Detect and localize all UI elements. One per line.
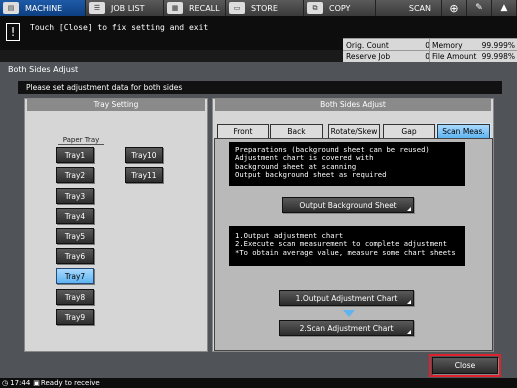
tray-button-tray9[interactable]: Tray9 (56, 309, 94, 325)
scroll-up-button[interactable]: ▲ (492, 0, 517, 16)
recall-icon: ▦ (167, 2, 183, 14)
tab-back[interactable]: Back (270, 124, 323, 138)
preparation-notice: Preparations (background sheet can be re… (229, 142, 465, 186)
tray-button-tray5[interactable]: Tray5 (56, 228, 94, 244)
message-text: Touch [Close] to fix setting and exit (30, 23, 209, 32)
status-bar: ◷ 17:44 ▣ Ready to receive (0, 378, 517, 388)
tray-setting-panel (24, 98, 208, 352)
file-amount-value: 99.998% (481, 52, 515, 61)
arrow-down-icon (343, 310, 355, 317)
store-icon: ▭ (229, 2, 245, 14)
tab-copy[interactable]: ⧉ COPY (304, 0, 376, 16)
tab-rotate-skew[interactable]: Rotate/Skew (328, 124, 380, 138)
scan-adjustment-chart-button[interactable]: 2.Scan Adjustment Chart (279, 320, 414, 336)
tray-button-tray11[interactable]: Tray11 (125, 167, 163, 183)
globe-icon: ⊕ (449, 1, 459, 15)
settings-button[interactable]: ✎ (467, 0, 492, 16)
network-icon: ▣ (33, 379, 40, 387)
chevron-up-icon: ▲ (500, 3, 508, 13)
globe-button[interactable]: ⊕ (442, 0, 467, 16)
tray-button-tray8[interactable]: Tray8 (56, 289, 94, 305)
tab-gap[interactable]: Gap (383, 124, 435, 138)
steps-notice: 1.Output adjustment chart 2.Execute scan… (229, 226, 465, 266)
close-button[interactable]: Close (432, 357, 498, 374)
counter-panel: Orig. Count 0 Reserve Job 0 Memory 99.99… (343, 38, 517, 63)
tab-scan-meas[interactable]: Scan Meas. (436, 123, 491, 139)
window-title: Both Sides Adjust (8, 65, 79, 74)
wrench-icon: ✎ (475, 3, 483, 13)
status-time: 17:44 (10, 379, 31, 387)
copy-icon: ⧉ (307, 2, 323, 14)
tray-button-tray4[interactable]: Tray4 (56, 208, 94, 224)
tray-button-tray7[interactable]: Tray7 (56, 268, 94, 284)
orig-count-label: Orig. Count (346, 41, 389, 50)
tab-store[interactable]: ▭ STORE (226, 0, 304, 16)
instruction-bar: Please set adjustment data for both side… (18, 81, 502, 94)
reserve-job-label: Reserve Job (346, 52, 391, 61)
tab-scan[interactable]: SCAN (376, 0, 442, 16)
output-background-sheet-button[interactable]: Output Background Sheet (282, 197, 414, 213)
machine-icon: ▤ (3, 2, 19, 14)
tray-button-tray10[interactable]: Tray10 (125, 147, 163, 163)
output-adjustment-chart-button[interactable]: 1.Output Adjustment Chart (279, 290, 414, 306)
tab-front[interactable]: Front (217, 124, 269, 138)
memory-label: Memory (432, 41, 463, 50)
both-sides-adjust-header: Both Sides Adjust (215, 99, 491, 111)
tray-setting-header: Tray Setting (27, 99, 205, 111)
tab-recall[interactable]: ▦ RECALL (164, 0, 226, 16)
tray-button-tray6[interactable]: Tray6 (56, 248, 94, 264)
status-text: Ready to receive (40, 379, 100, 387)
file-amount-label: File Amount (432, 52, 477, 61)
info-icon: ! (6, 23, 20, 41)
tab-job-list[interactable]: ☰ JOB LIST (86, 0, 164, 16)
clock-icon: ◷ (2, 379, 9, 387)
tray-button-tray3[interactable]: Tray3 (56, 188, 94, 204)
tray-button-tray2[interactable]: Tray2 (56, 167, 94, 183)
job-list-icon: ☰ (89, 2, 105, 14)
tab-machine[interactable]: ▤ MACHINE (0, 0, 86, 16)
memory-value: 99.999% (481, 41, 515, 50)
paper-tray-label: Paper Tray (58, 136, 104, 145)
tray-button-tray1[interactable]: Tray1 (56, 147, 94, 163)
